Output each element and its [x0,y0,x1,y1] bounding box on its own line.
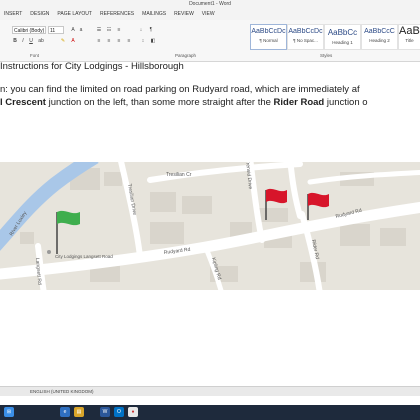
style-label: Heading 1 [332,40,353,45]
group-font-label: Font [30,53,40,58]
outlook-icon[interactable]: O [114,407,124,417]
underline-icon[interactable]: U [28,38,34,44]
tab-view[interactable]: VIEW [202,9,215,20]
align-center-icon[interactable]: ≡ [106,38,112,44]
style-preview: AaBbCc [327,28,358,37]
style-label: Heading 2 [369,38,390,43]
tab-mailings[interactable]: MAILINGS [142,9,166,20]
ribbon-tabs: INSERT DESIGN PAGE LAYOUT REFERENCES MAI… [0,9,420,20]
style-normal[interactable]: AaBbCcDc ¶ Normal [250,24,287,50]
text-highlight-icon[interactable]: ✎ [60,38,66,44]
street-label: Tresilian Cr [166,172,192,178]
multilevel-list-icon[interactable]: ≡ [116,27,122,33]
group-paragraph-label: Paragraph [175,53,197,58]
ie-icon[interactable]: e [60,407,70,417]
status-bar: ENGLISH (UNITED KINGDOM) [0,386,420,396]
sort-icon[interactable]: ↓ [138,27,144,33]
style-no-spacing[interactable]: AaBbCcDc ¶ No Spac... [287,24,324,50]
windows-icon[interactable]: ⊞ [4,407,14,417]
tab-page-layout[interactable]: PAGE LAYOUT [57,9,92,20]
street-label: Langsett Rd [34,258,42,286]
document-paragraph-line: l Crescent junction on the left, than so… [0,97,368,108]
shading-icon[interactable]: ◧ [150,38,156,44]
style-title[interactable]: AaBl Title [398,24,420,50]
bold-icon[interactable]: B [12,38,18,44]
document-heading: Instructions for City Lodgings - Hillsbo… [0,61,184,72]
font-color-icon[interactable]: A [70,38,76,44]
line-spacing-icon[interactable]: ↕ [140,38,146,44]
style-preview: AaBl [399,25,420,37]
map-drawing: River Loxley Langsett Rd Tresilian Cr Tr… [0,162,420,290]
style-label: Title [405,38,414,43]
align-right-icon[interactable]: ≡ [116,38,122,44]
font-size-select[interactable]: 11 [48,26,64,34]
embedded-map-image[interactable]: River Loxley Langsett Rd Tresilian Cr Tr… [0,162,420,290]
red-flag-icon [307,192,329,220]
justify-icon[interactable]: ≡ [126,38,132,44]
chrome-icon[interactable]: ● [128,407,138,417]
language-indicator[interactable]: ENGLISH (UNITED KINGDOM) [30,389,94,394]
document-text: junction o [324,97,368,108]
word-icon[interactable]: W [100,407,110,417]
tab-review[interactable]: REVIEW [174,9,194,20]
tab-design[interactable]: DESIGN [30,9,49,20]
style-preview: AaBbCcC [364,28,395,35]
grow-font-icon[interactable]: A [70,27,76,33]
document-paragraph-line: n: you can find the limited on road park… [0,84,360,95]
style-label: ¶ Normal [259,38,278,43]
bold-street-name: Rider Road [273,97,325,108]
tab-references[interactable]: REFERENCES [100,9,134,20]
font-name-select[interactable]: Calibri (Body) [12,26,46,34]
green-flag-cloth [57,210,80,226]
explorer-icon[interactable]: ▤ [74,407,84,417]
place-marker-icon [47,250,51,254]
show-marks-icon[interactable]: ¶ [148,27,154,33]
green-flag-icon [56,210,80,254]
group-styles-label: Styles [320,53,333,58]
style-label: ¶ No Spac... [293,38,318,43]
style-preview: AaBbCcDc [288,28,323,35]
place-label: City Lodgings Langsett Road [55,254,113,259]
shrink-font-icon[interactable]: a [78,27,84,33]
numbering-icon[interactable]: ☷ [106,27,112,33]
align-left-icon[interactable]: ≡ [96,38,102,44]
style-preview: AaBbCcDc [251,28,286,35]
window-title: Document1 - Word [189,1,231,7]
style-heading-1[interactable]: AaBbCc Heading 1 [324,24,361,50]
tab-insert[interactable]: INSERT [4,9,22,20]
strikethrough-icon[interactable]: ab [38,38,44,44]
document-text: junction on the left, than some more str… [45,97,274,108]
bullets-icon[interactable]: ☰ [96,27,102,33]
italic-icon[interactable]: I [20,38,26,44]
bold-street-name: l Crescent [0,97,46,108]
style-heading-2[interactable]: AaBbCcC Heading 2 [361,24,398,50]
